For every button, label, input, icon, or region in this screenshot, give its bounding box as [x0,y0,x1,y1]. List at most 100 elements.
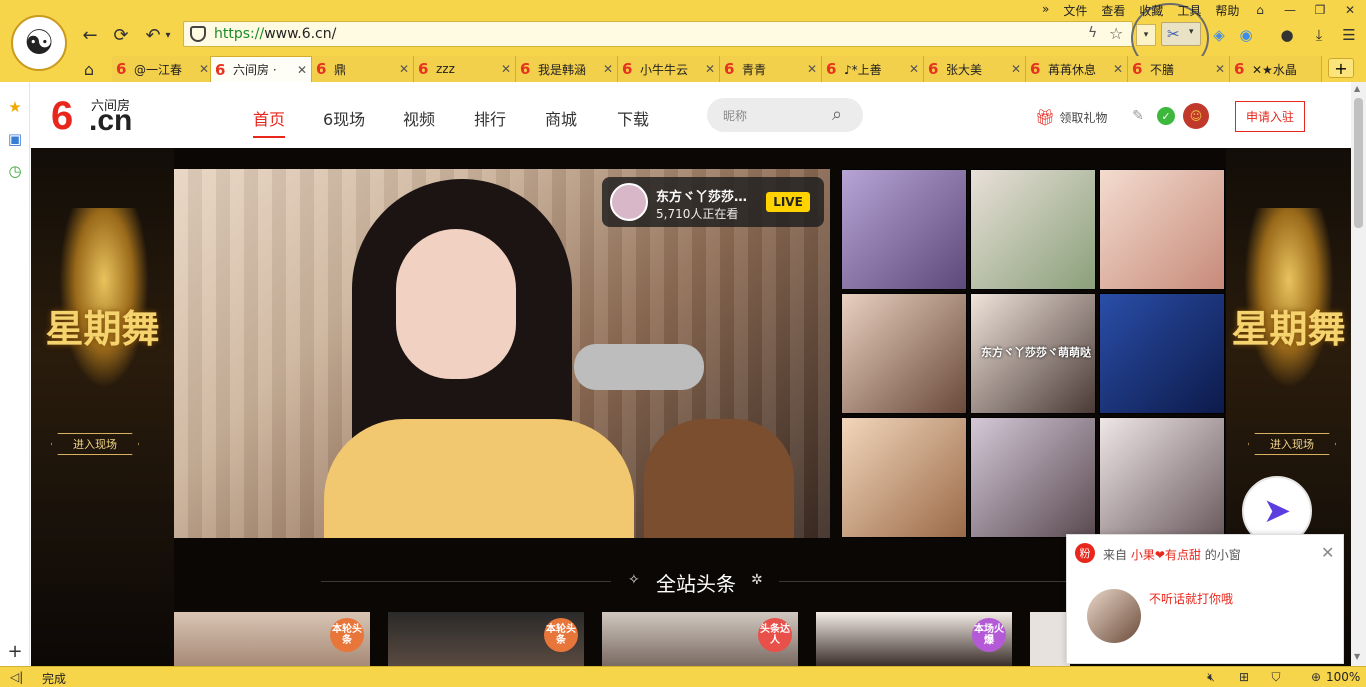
nav-home[interactable]: 首页 [253,106,286,138]
user-avatar[interactable]: ☺ [1183,103,1209,129]
tab-close-icon[interactable]: ✕ [909,62,919,76]
search-box[interactable]: 昵称 ⌕ [707,98,863,132]
back-icon[interactable]: ← [79,24,101,46]
download-icon[interactable]: ⤓ [1308,24,1330,46]
tab[interactable]: 6 zzz ✕ [414,56,516,82]
skin-icon[interactable]: ⌂ [1251,2,1269,18]
enter-live-button[interactable]: 进入现场 [51,433,139,455]
menu-item-favorites[interactable]: 收藏 [1139,2,1163,18]
tab-close-icon[interactable]: ✕ [705,62,715,76]
nav-rank[interactable]: 排行 [474,106,506,130]
reading-icon[interactable]: ▣ [6,130,24,148]
favorites-star-icon[interactable]: ★ [6,98,24,116]
room-thumbnail[interactable] [1099,293,1225,414]
nav-video[interactable]: 视频 [403,106,435,130]
tab[interactable]: 6 我是韩涵 ✕ [516,56,618,82]
chevron-down-icon[interactable]: ▾ [162,24,174,46]
room-thumbnail[interactable] [1099,169,1225,290]
more-icon[interactable]: ● [1276,24,1298,46]
tab-close-icon[interactable]: ✕ [603,62,613,76]
refresh-icon[interactable]: ⟳ [110,24,132,46]
site-favicon-icon: 6 [724,60,735,78]
nav-live[interactable]: 6现场 [323,106,365,130]
tab[interactable]: 6 ✕★水晶 [1230,56,1322,82]
add-icon[interactable]: + [6,641,24,662]
scroll-up-icon[interactable]: ▲ [1354,84,1360,93]
url-text[interactable]: https://www.6.cn/ [214,26,336,42]
enter-live-button[interactable]: 进入现场 [1248,433,1336,455]
history-clock-icon[interactable]: ◷ [6,162,24,180]
headline-card[interactable]: 头条达人 [602,612,798,666]
room-thumbnail[interactable] [841,293,967,414]
zoom-icon[interactable]: ⊕ [1308,669,1324,685]
scrollbar-thumb[interactable] [1354,98,1363,228]
zoom-level[interactable]: 100% [1326,670,1360,684]
search-icon[interactable]: ⌕ [827,104,847,125]
extension-icon[interactable]: ◈ [1208,24,1230,46]
ie-icon[interactable]: ◉ [1235,24,1257,46]
restore-icon[interactable]: ❐ [1311,2,1329,18]
close-icon[interactable]: ✕ [1341,2,1359,18]
room-thumbnail[interactable] [970,169,1096,290]
sidebar-toggle-icon[interactable]: ◁| [10,670,23,684]
tab[interactable]: 6 @一江春 ✕ [112,56,214,82]
tab-close-icon[interactable]: ✕ [399,62,409,76]
menu-icon[interactable]: ☰ [1338,24,1360,46]
site-logo[interactable]: 6 [51,94,73,138]
tab-close-icon[interactable]: ✕ [1113,62,1123,76]
tab[interactable]: 6 苒苒休息 ✕ [1026,56,1128,82]
tab-close-icon[interactable]: ✕ [1011,62,1021,76]
tab-close-icon[interactable]: ✕ [1215,62,1225,76]
left-event-banner[interactable]: 星期舞 进入现场 [31,148,174,666]
room-thumbnail[interactable] [1099,417,1225,538]
scroll-down-icon[interactable]: ▼ [1354,652,1360,661]
headline-card[interactable] [1030,612,1070,666]
tab[interactable]: 6 不膳 ✕ [1128,56,1230,82]
tab[interactable]: 6 青青 ✕ [720,56,822,82]
lightning-icon[interactable]: ϟ [1088,25,1097,41]
home-icon[interactable]: ⌂ [78,58,100,80]
edit-icon[interactable]: ✎ [1129,107,1147,125]
sender-avatar[interactable] [1087,589,1141,643]
search-input[interactable]: 昵称 [723,107,747,124]
close-icon[interactable]: ✕ [1321,543,1334,562]
headline-card[interactable]: 本轮头条 [388,612,584,666]
menu-item-file[interactable]: 文件 [1063,2,1087,18]
menu-item-help[interactable]: 帮助 [1215,2,1239,18]
menu-item-view[interactable]: 查看 [1101,2,1125,18]
room-thumbnail[interactable] [970,417,1096,538]
tab-close-icon[interactable]: ✕ [199,62,209,76]
live-info-card[interactable]: 东方ヾ丫莎莎… 5,710人正在看 LIVE [602,177,824,227]
minimize-icon[interactable]: — [1281,2,1299,18]
menu-item-tools[interactable]: 工具 [1177,2,1201,18]
headline-card[interactable]: 本场火爆 [816,612,1012,666]
live-player[interactable]: 东方ヾ丫莎莎… 5,710人正在看 LIVE [174,169,830,538]
check-icon[interactable]: ✓ [1157,107,1175,125]
shield-icon[interactable]: ⛉ [1268,669,1284,685]
tab-close-icon[interactable]: ✕ [297,63,307,77]
tab[interactable]: 6 ♪*上善 ✕ [822,56,924,82]
address-bar[interactable]: https://www.6.cn/ ϟ ☆ [183,21,1133,47]
apply-button[interactable]: 申请入驻 [1235,101,1305,132]
room-thumbnail[interactable] [841,417,967,538]
headline-card[interactable]: 本轮头条 [174,612,370,666]
nav-mall[interactable]: 商城 [545,106,577,130]
menu-expand-icon[interactable]: » [1042,2,1049,18]
mute-icon[interactable]: 🔇︎ [1203,669,1219,685]
tab[interactable]: 6 张大美 ✕ [924,56,1026,82]
tab[interactable]: 6 鼎 ✕ [312,56,414,82]
tab-close-icon[interactable]: ✕ [807,62,817,76]
nav-download[interactable]: 下载 [617,106,649,130]
vertical-scrollbar[interactable]: ▲ ▼ [1351,82,1366,666]
tab-active[interactable]: 6 六间房 · ✕ [210,56,312,82]
undo-icon[interactable]: ↶ [142,24,164,46]
tool-icon[interactable]: ⊞ [1236,669,1252,685]
star-icon[interactable]: ☆ [1109,24,1123,43]
claim-gift-link[interactable]: 🎁︎ 领取礼物 [1035,108,1107,127]
site-logo-domain[interactable]: .cn [89,104,132,138]
room-thumbnail[interactable] [841,169,967,290]
tab[interactable]: 6 小牛牛云 ✕ [618,56,720,82]
new-tab-button[interactable]: + [1328,58,1354,78]
browser-logo-icon[interactable]: ☯ [11,15,67,71]
tab-close-icon[interactable]: ✕ [501,62,511,76]
